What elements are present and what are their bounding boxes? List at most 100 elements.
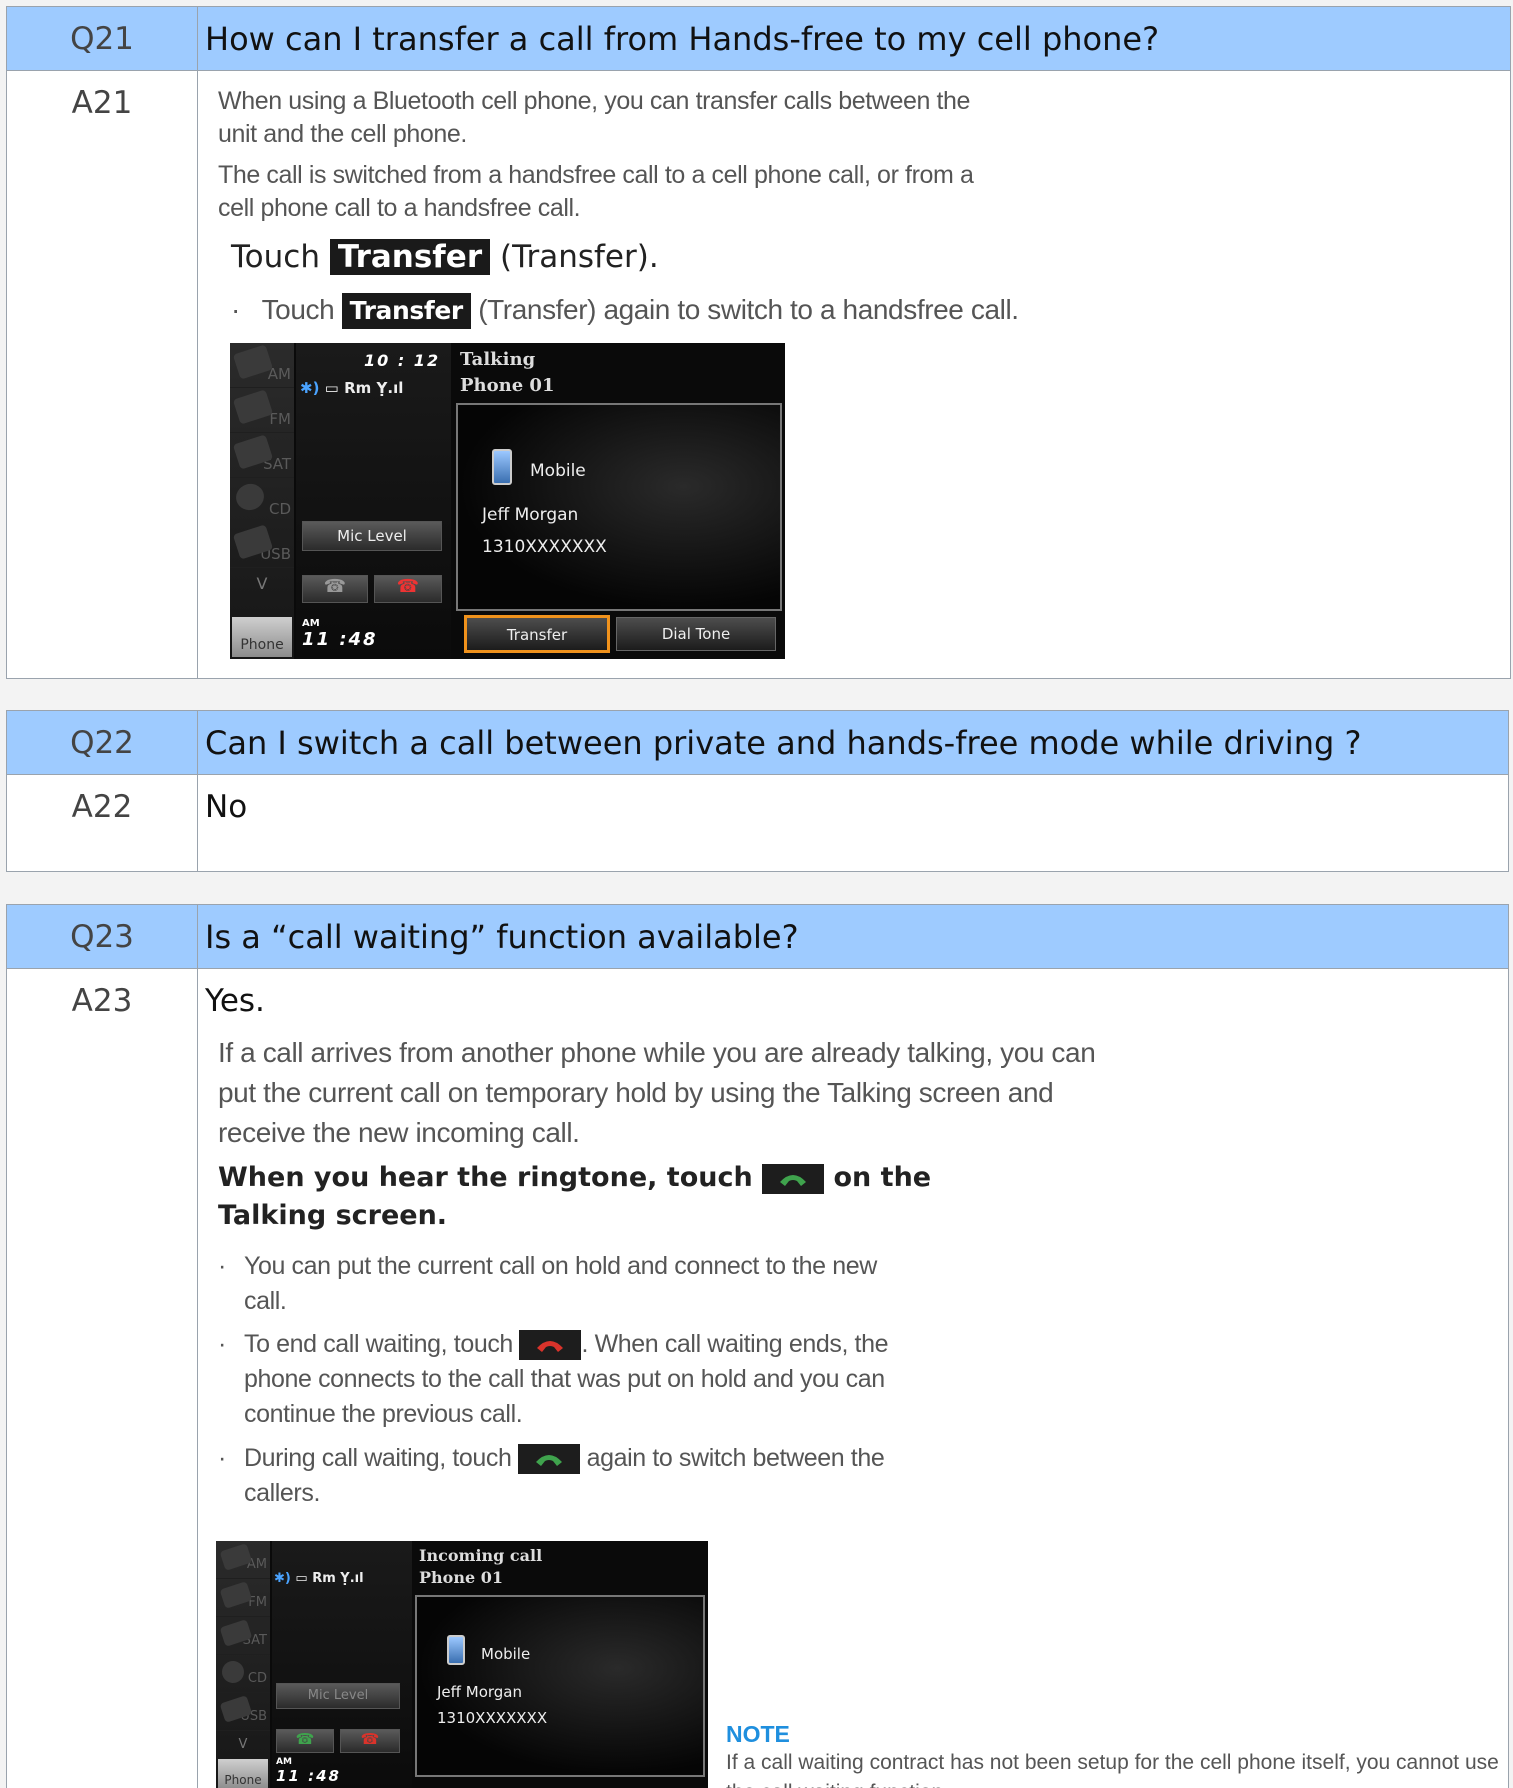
- end-call-button: ☎: [340, 1729, 400, 1753]
- source-fm: FM: [216, 1579, 270, 1617]
- dial-tone-button: Dial Tone: [616, 617, 776, 651]
- device-screenshot-incoming: AM FM SAT CD USB V Phone ✱) ▭ Rm Ỵ.ıl Mi…: [216, 1541, 708, 1788]
- clock-time: 10 : 12: [364, 351, 441, 370]
- bullet-dot: ·: [218, 1444, 226, 1472]
- source-usb: USB: [230, 523, 294, 568]
- faq-card-q21: Q21 How can I transfer a call from Hands…: [6, 6, 1511, 679]
- battery-icon: ▭: [324, 379, 339, 397]
- bullet-item: · During call waiting, touch again to sw…: [218, 1441, 918, 1511]
- chevron-down-icon: V: [238, 1737, 248, 1752]
- source-sat: SAT: [216, 1617, 270, 1655]
- step-pre: When you hear the ringtone, touch: [218, 1162, 753, 1193]
- caller-type: Mobile: [530, 461, 586, 481]
- bullet-item: · Touch Transfer (Transfer) again to swi…: [231, 293, 1019, 329]
- mobile-phone-icon: [447, 1635, 465, 1665]
- signal-icon: Ỵ.ıl: [340, 1571, 364, 1586]
- phone-hangup-icon: ☎: [396, 576, 420, 597]
- device-screenshot-talking: AM FM SAT CD USB V Phone 10 : 12 ✱) ▭ Rm…: [230, 343, 785, 659]
- source-usb: USB: [216, 1693, 270, 1731]
- intro-paragraph: If a call arrives from another phone whi…: [218, 1037, 1096, 1148]
- mic-level-button: Mic Level: [276, 1683, 400, 1709]
- step-suffix: (Transfer).: [499, 239, 659, 275]
- end-call-button: ☎: [374, 575, 442, 603]
- battery-icon: ▭: [295, 1571, 308, 1586]
- status-area: ✱) ▭ Rm Ỵ.ıl Mic Level ☎ ☎ AM 11 :48: [272, 1541, 412, 1788]
- answer-number: A21: [7, 71, 198, 678]
- phone-handset-icon: ☎: [323, 576, 347, 597]
- mic-level-button: Mic Level: [302, 521, 442, 551]
- answer-row: A22 No: [7, 775, 1508, 871]
- question-text: Is a “call waiting” function available?: [205, 918, 799, 956]
- accept-call-button: ☎: [302, 575, 368, 603]
- phone-tab: Phone: [232, 617, 292, 657]
- clock: 11 :48: [276, 1767, 341, 1785]
- source-cd: CD: [216, 1655, 270, 1693]
- caller-panel: Mobile Jeff Morgan 1310XXXXXXX: [415, 1595, 705, 1777]
- bluetooth-icon: ✱): [274, 1571, 291, 1586]
- source-am: AM: [230, 343, 294, 388]
- paragraph: When using a Bluetooth cell phone, you c…: [218, 87, 971, 148]
- step-instruction: When you hear the ringtone, touch on the…: [218, 1159, 938, 1235]
- screen-header: Talking Phone 01: [460, 347, 554, 399]
- green-phone-icon: [780, 1174, 807, 1186]
- end-call-key: [519, 1330, 582, 1361]
- cd-icon: [219, 1658, 247, 1686]
- bullet-touch-label: Touch: [261, 294, 335, 325]
- bullet-dot: ·: [218, 1252, 226, 1280]
- step-touch-label: Touch: [231, 239, 320, 275]
- question-number: Q22: [7, 711, 198, 774]
- signal-icon: Ỵ.ıl: [376, 379, 404, 397]
- status-line: ✱) ▭ Rm Ỵ.ıl: [300, 379, 404, 397]
- accept-call-button: ☎: [276, 1729, 334, 1753]
- chevron-down-icon: V: [256, 574, 268, 593]
- status-area: 10 : 12 ✱) ▭ Rm Ỵ.ıl Mic Level ☎ ☎ AM 11…: [296, 343, 451, 659]
- header-device: Phone 01: [460, 375, 555, 396]
- mobile-phone-icon: [492, 449, 512, 485]
- bullet-text: To end call waiting, touch . When call w…: [244, 1330, 889, 1428]
- question-row: Q22 Can I switch a call between private …: [7, 711, 1508, 775]
- caller-name: Jeff Morgan: [482, 505, 579, 525]
- question-text: How can I transfer a call from Hands-fre…: [205, 20, 1160, 58]
- red-phone-icon: [537, 1341, 564, 1353]
- source-sat: SAT: [230, 433, 294, 478]
- answer-row: A21 When using a Bluetooth cell phone, y…: [7, 71, 1510, 678]
- screen-header: Incoming call Phone 01: [419, 1545, 542, 1589]
- source-sidebar: AM FM SAT CD USB V Phone: [216, 1541, 270, 1788]
- bullet-dot: ·: [218, 1330, 226, 1358]
- note-title: NOTE: [726, 1721, 790, 1747]
- caller-number: 1310XXXXXXX: [482, 537, 607, 557]
- answer-number: A22: [7, 775, 198, 871]
- caller-number: 1310XXXXXXX: [437, 1709, 548, 1727]
- clock-ampm: AM: [302, 618, 320, 629]
- question-text: Can I switch a call between private and …: [205, 724, 1362, 762]
- step-instruction: Touch Transfer (Transfer).: [231, 239, 659, 275]
- clock-ampm: AM: [276, 1757, 292, 1767]
- bullet-item: · To end call waiting, touch . When call…: [218, 1327, 918, 1432]
- note-box: NOTE If a call waiting contract has not …: [726, 1721, 1506, 1788]
- header-device: Phone 01: [419, 1568, 503, 1587]
- green-phone-icon: ☎: [295, 1730, 315, 1748]
- bullet-suffix: (Transfer) again to switch to a handsfre…: [478, 294, 1019, 325]
- answer-number: A23: [7, 969, 198, 1788]
- question-number: Q23: [7, 905, 198, 968]
- faq-card-q23: Q23 Is a “call waiting” function availab…: [6, 904, 1509, 1788]
- bluetooth-icon: ✱): [300, 379, 320, 397]
- answer-body: Yes. If a call arrives from another phon…: [198, 969, 1508, 1788]
- question-number: Q21: [7, 7, 198, 70]
- source-am: AM: [216, 1541, 270, 1579]
- answer-text: No: [205, 789, 248, 825]
- transfer-key: Transfer: [341, 293, 471, 329]
- accept-call-key: [518, 1444, 581, 1475]
- source-cd: CD: [230, 478, 294, 523]
- answer-row: A23 Yes. If a call arrives from another …: [7, 969, 1508, 1788]
- caller-panel: Mobile Jeff Morgan 1310XXXXXXX: [456, 403, 782, 611]
- accept-call-key: [762, 1163, 825, 1194]
- caller-type: Mobile: [481, 1645, 531, 1663]
- red-phone-icon: ☎: [360, 1730, 380, 1748]
- paragraph: The call is switched from a handsfree ca…: [218, 161, 974, 222]
- question-row: Q23 Is a “call waiting” function availab…: [7, 905, 1508, 969]
- phone-tab: Phone: [218, 1759, 268, 1788]
- fm-icon: [232, 389, 274, 425]
- source-sidebar: AM FM SAT CD USB V Phone: [230, 343, 294, 659]
- answer-text: Yes.: [205, 983, 265, 1019]
